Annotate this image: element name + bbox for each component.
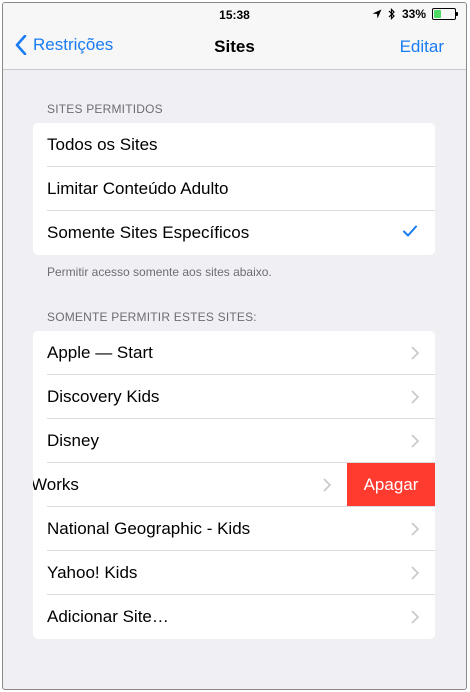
site-label: Works [33,475,79,494]
add-site-label: Adicionar Site… [47,607,169,626]
chevron-right-icon [411,390,419,404]
delete-button[interactable]: Apagar [347,463,435,507]
site-label: Apple — Start [47,343,153,362]
navigation-bar: Restrições Sites Editar [3,25,466,70]
option-specific-sites[interactable]: Somente Sites Específicos [33,211,435,255]
option-limit-adult[interactable]: Limitar Conteúdo Adulto [33,167,435,211]
edit-button[interactable]: Editar [400,37,444,57]
option-label: Limitar Conteúdo Adulto [47,179,229,198]
chevron-right-icon [411,522,419,536]
option-label: Somente Sites Específicos [47,223,250,242]
section-footer-allowed: Permitir acesso somente aos sites abaixo… [47,265,272,279]
site-row-apple[interactable]: Apple — Start [33,331,435,375]
site-row-yahoo-kids[interactable]: Yahoo! Kids [33,551,435,595]
battery-percent: 33% [401,7,426,21]
site-label: Discovery Kids [47,387,160,406]
site-row-disney[interactable]: Disney [33,419,435,463]
device-screen: 15:38 33% Restrições Sites Editar SITES … [2,2,467,690]
section-header-allowed: SITES PERMITIDOS [47,102,163,116]
site-row-natgeo-kids[interactable]: National Geographic - Kids [33,507,435,551]
chevron-right-icon [411,434,419,448]
site-label: National Geographic - Kids [47,519,251,538]
option-label: Todos os Sites [47,135,158,154]
chevron-right-icon [411,610,419,624]
allowed-sites-group: Todos os Sites Limitar Conteúdo Adulto S… [33,123,435,255]
status-right: 33% [372,7,458,21]
bluetooth-icon [388,8,395,20]
option-all-sites[interactable]: Todos os Sites [33,123,435,167]
site-row-discovery-kids[interactable]: Discovery Kids [33,375,435,419]
sites-list-group: Apple — Start Discovery Kids Disney Work… [33,331,435,639]
chevron-right-icon [411,566,419,580]
chevron-right-icon [411,346,419,360]
battery-fill [434,10,441,18]
site-label: Yahoo! Kids [47,563,138,582]
checkmark-icon [403,225,417,237]
status-bar: 15:38 33% [3,3,466,25]
site-row-works[interactable]: Works Apagar [33,463,435,507]
page-title: Sites [214,37,255,56]
site-label: Disney [47,431,99,450]
chevron-right-icon [323,478,331,492]
location-arrow-icon [372,9,382,19]
add-site-row[interactable]: Adicionar Site… [33,595,435,639]
battery-icon [432,8,458,20]
section-header-sites: SOMENTE PERMITIR ESTES SITES: [47,310,257,324]
